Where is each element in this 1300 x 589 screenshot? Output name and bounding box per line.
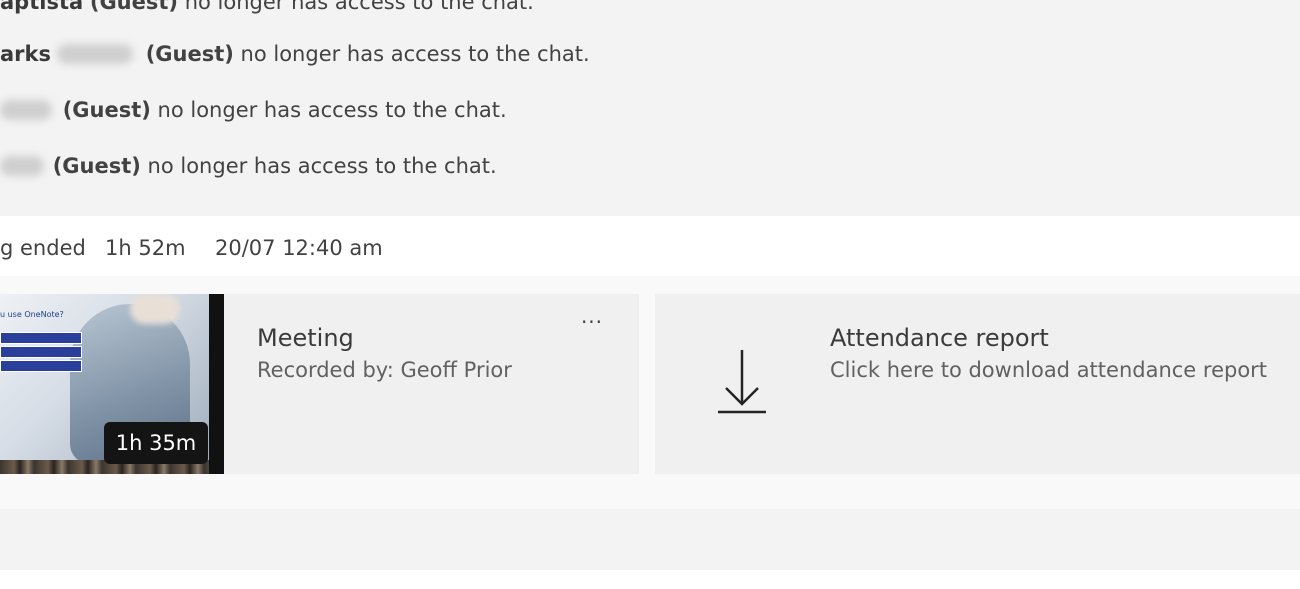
recording-card[interactable]: u use OneNote? 1h 35m Meeting Recorded b… [0,294,639,474]
meeting-ended-label: g ended [0,236,86,260]
thumbnail-slide-bar [0,360,82,372]
thumbnail-face [130,294,180,324]
redacted-name [57,44,133,64]
more-options-button[interactable]: ··· [572,312,612,340]
recording-duration-badge: 1h 35m [104,422,208,464]
guest-tag: (Guest) [145,42,234,66]
recording-thumbnail[interactable]: u use OneNote? 1h 35m [0,294,224,474]
message-text: no longer has access to the chat. [233,42,590,66]
thumbnail-slide-bar [0,346,82,358]
download-icon[interactable] [714,346,770,418]
message-text: no longer has access to the chat. [178,0,534,14]
system-message: arks (Guest) no longer has access to the… [0,39,590,69]
participant-name: aptista [0,0,84,14]
redacted-name [0,156,44,176]
system-message: aptista (Guest) no longer has access to … [0,0,534,17]
guest-tag: (Guest) [89,0,179,14]
system-message: (Guest) no longer has access to the chat… [0,151,497,181]
attendance-report-subtitle: Click here to download attendance report [830,358,1268,382]
page-bottom [0,570,1300,589]
attendance-report-title[interactable]: Attendance report [830,322,1049,354]
guest-tag: (Guest) [62,98,151,122]
thumbnail-slide-title: u use OneNote? [0,310,64,319]
chat-footer-area [0,509,1300,570]
recording-title[interactable]: Meeting [257,322,354,354]
guest-tag: (Guest) [52,154,141,178]
thumbnail-edge [209,294,224,474]
recorded-by: Recorded by: Geoff Prior [257,358,512,382]
system-message: (Guest) no longer has access to the chat… [0,95,507,125]
meeting-ended-row: g ended 1h 52m 20/07 12:40 am [0,216,1300,276]
redacted-name [0,100,52,120]
participant-name: arks [0,42,51,66]
system-messages: aptista (Guest) no longer has access to … [0,0,1300,216]
message-text: no longer has access to the chat. [150,98,507,122]
meeting-cards: u use OneNote? 1h 35m Meeting Recorded b… [0,276,1300,509]
message-text: no longer has access to the chat. [140,154,497,178]
thumbnail-slide-bar [0,332,82,344]
meeting-duration: 1h 52m [105,236,186,260]
meeting-timestamp: 20/07 12:40 am [215,236,383,260]
